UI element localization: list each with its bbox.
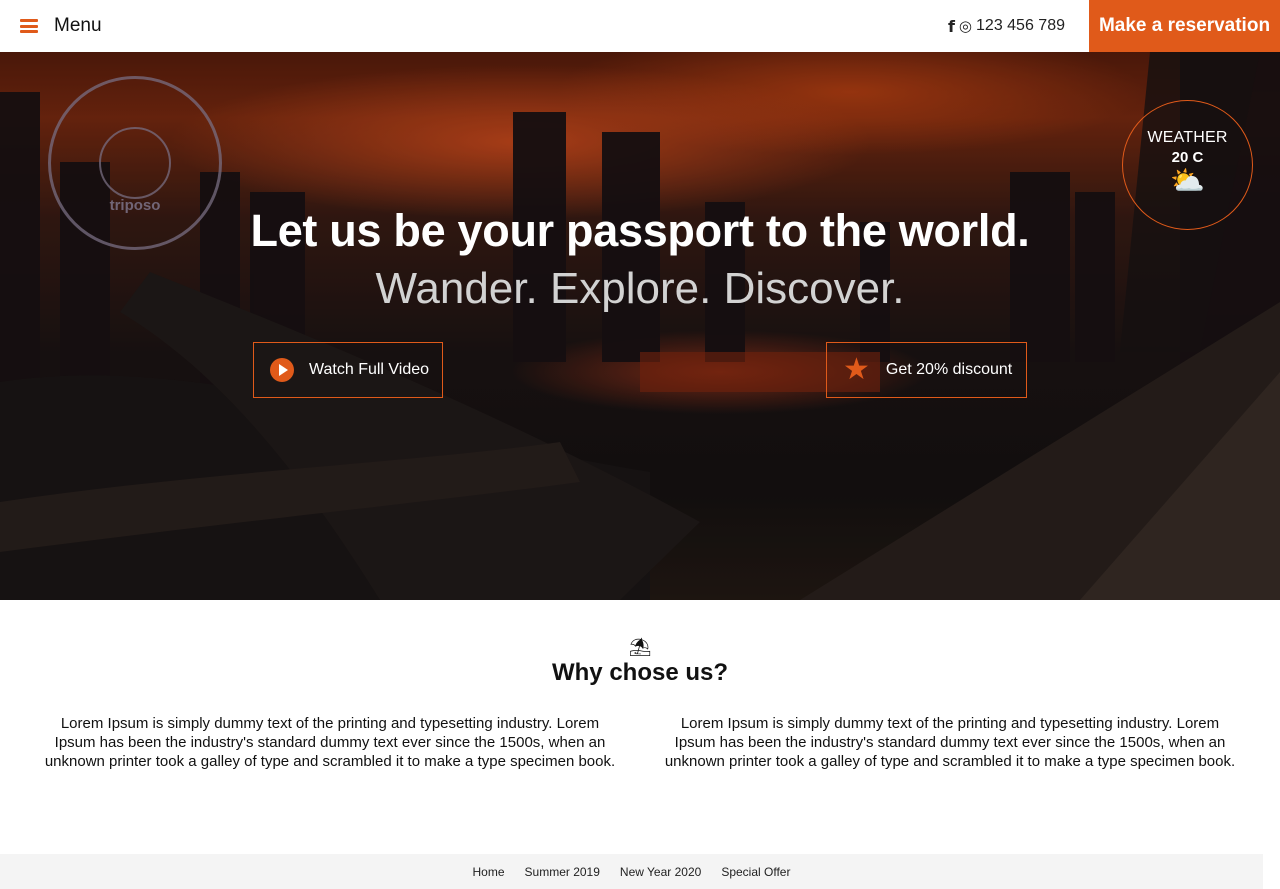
right-description: Lorem Ipsum is simply dummy text of the … (664, 715, 1236, 770)
play-icon (270, 358, 294, 382)
contact-info: f ◎ 123 456 789 (948, 0, 1065, 52)
watch-video-button[interactable]: Watch Full Video (253, 342, 443, 398)
watch-video-label: Watch Full Video (309, 361, 430, 378)
facebook-icon[interactable]: f (948, 17, 955, 36)
city-emblem-icon (99, 127, 171, 199)
beach-umbrella-icon: ⛱ (628, 637, 652, 658)
menu-button[interactable]: Menu (20, 15, 102, 37)
hero-subtitle: Wander. Explore. Discover. (375, 264, 905, 313)
menu-label: Menu (54, 15, 102, 36)
section-title: Why chose us? (551, 659, 729, 686)
make-reservation-button[interactable]: Make a reservation (1089, 0, 1280, 52)
footer-link-new-year-2020[interactable]: New Year 2020 (620, 865, 701, 879)
footer-link-summer-2019[interactable]: Summer 2019 (525, 865, 600, 879)
hero-title: Let us be your passport to the world. (250, 205, 1030, 256)
instagram-icon[interactable]: ◎ (959, 17, 972, 35)
star-icon: ★ (843, 352, 870, 387)
top-header: Menu f ◎ 123 456 789 Make a reservation (0, 0, 1280, 52)
phone-number[interactable]: 123 456 789 (976, 17, 1065, 35)
left-description: Lorem Ipsum is simply dummy text of the … (44, 715, 616, 770)
footer-link-home[interactable]: Home (473, 865, 505, 879)
hero-section: triposo WEATHER 20 C ⛅ Let us be your pa… (0, 52, 1280, 600)
weather-label: WEATHER (1147, 129, 1228, 146)
footer-link-special-offer[interactable]: Special Offer (721, 865, 790, 879)
hamburger-icon (20, 19, 38, 33)
discount-label: Get 20% discount (885, 361, 1013, 378)
discount-button[interactable]: ★ Get 20% discount (826, 342, 1027, 398)
partly-cloudy-icon: ⛅ (1170, 164, 1205, 197)
footer-nav: Home Summer 2019 New Year 2020 Special O… (0, 854, 1263, 889)
